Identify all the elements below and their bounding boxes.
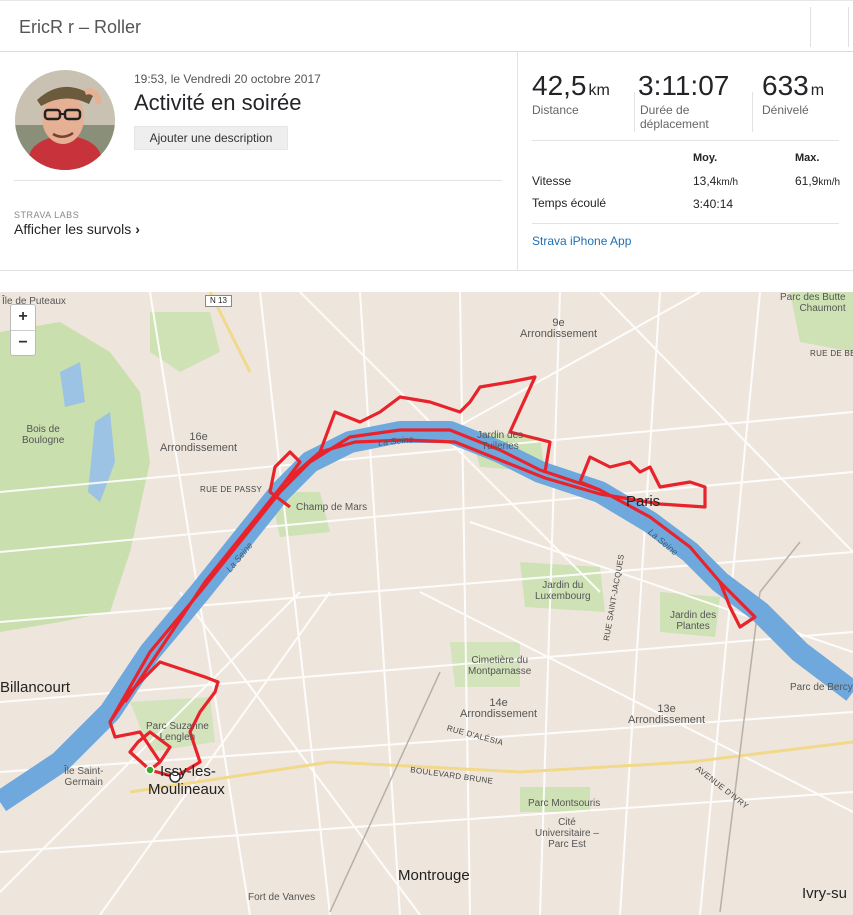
moving-time-value: 3:11:07 (638, 70, 730, 101)
header-divider-right (848, 7, 849, 47)
map-label: Billancourt (0, 679, 71, 696)
elapsed-label: Temps écoulé (532, 196, 607, 210)
page-header: EricR r – Roller (0, 0, 853, 52)
map-label: Jardin des Tuileries (477, 430, 524, 452)
stat-divider (752, 92, 753, 132)
map-label: Parc Suzanne Lenglen (146, 721, 209, 743)
col-average: Moy. (693, 152, 718, 164)
distance-value: 42,5 (532, 70, 587, 101)
activity-stats: 42,5 km Distance 3:11:07 Durée de déplace… (519, 52, 853, 270)
map-label: Ivry-su (802, 885, 847, 902)
moving-time-label-line2: déplacement (640, 117, 709, 131)
route-start-marker (145, 765, 155, 775)
elapsed-value: 3:40:14 (693, 197, 734, 211)
athlete-avatar[interactable] (15, 70, 115, 170)
divider (532, 140, 839, 141)
zoom-out-button[interactable]: − (11, 330, 35, 355)
road-shield: N 13 (205, 295, 232, 307)
device-app-link[interactable]: Strava iPhone App (532, 234, 631, 248)
elevation-value: 633 (762, 70, 809, 101)
divider (532, 223, 839, 224)
distance-stat: 42,5 km (532, 70, 610, 102)
map-label: Champ de Mars (296, 502, 368, 513)
stat-divider (634, 92, 635, 132)
elevation-stat: 633 m (762, 70, 824, 102)
map-label: Cimetière du Montparnasse (468, 655, 532, 677)
map-label: Issy-les- (160, 763, 216, 780)
map-label: RUE DE BE (810, 349, 853, 358)
map-label: 14e Arrondissement (460, 697, 538, 720)
map-label: RUE DE PASSY (200, 485, 263, 494)
map-label: 9e Arrondissement (520, 317, 598, 340)
zoom-control: + − (10, 304, 36, 356)
map-canvas (0, 292, 853, 915)
map-label: Jardin du Luxembourg (535, 580, 591, 602)
route-map[interactable]: + − N 13 Île de Puteaux 9e Arrondissemen… (0, 292, 853, 915)
map-label: Jardin des Plantes (670, 610, 717, 632)
speed-avg-value: 13,4 (693, 174, 717, 188)
header-divider (810, 7, 811, 47)
col-max: Max. (795, 152, 820, 164)
speed-label: Vitesse (532, 174, 572, 188)
flyby-link[interactable]: Afficher les survols › (14, 221, 140, 237)
map-label: Parc de Bercy (790, 682, 853, 693)
elevation-label: Dénivelé (762, 103, 809, 117)
divider (14, 180, 502, 181)
speed-unit: km/h (818, 177, 841, 188)
map-label: Cité Universitaire – Parc Est (535, 817, 599, 850)
speed-max: 61,9km/h (795, 174, 840, 188)
activity-summary: 19:53, le Vendredi 20 octobre 2017 Activ… (0, 52, 518, 270)
map-label: Île Saint- Germain (64, 766, 104, 788)
strava-labs-tag: STRAVA LABS (14, 210, 80, 220)
speed-unit: km/h (716, 177, 739, 188)
elevation-unit: m (810, 82, 825, 99)
page-title: EricR r – Roller (19, 17, 142, 37)
chevron-right-icon: › (135, 221, 140, 237)
distance-unit: km (588, 82, 610, 99)
map-label: Bois de Boulogne (22, 424, 65, 446)
map-label: Paris (626, 493, 661, 510)
map-label: 13e Arrondissement (628, 703, 706, 726)
activity-datetime: 19:53, le Vendredi 20 octobre 2017 (134, 72, 321, 86)
distance-label: Distance (532, 103, 579, 117)
map-label: Parc Montsouris (528, 798, 601, 809)
map-label: Parc des Butte Chaumont (780, 292, 846, 314)
flyby-label: Afficher les survols (14, 221, 132, 237)
map-label: Moulineaux (148, 781, 225, 798)
add-description-button[interactable]: Ajouter une description (134, 126, 288, 150)
activity-name[interactable]: Activité en soirée (134, 90, 302, 116)
moving-time-label: Durée de déplacement (640, 103, 709, 131)
speed-avg: 13,4km/h (693, 174, 738, 188)
speed-max-value: 61,9 (795, 174, 819, 188)
moving-time-label-line1: Durée de (640, 103, 690, 117)
map-divider (0, 270, 853, 292)
map-label: Montrouge (398, 867, 470, 884)
map-label: Fort de Vanves (248, 892, 316, 903)
zoom-in-button[interactable]: + (11, 305, 35, 330)
map-label: 16e Arrondissement (160, 431, 238, 454)
